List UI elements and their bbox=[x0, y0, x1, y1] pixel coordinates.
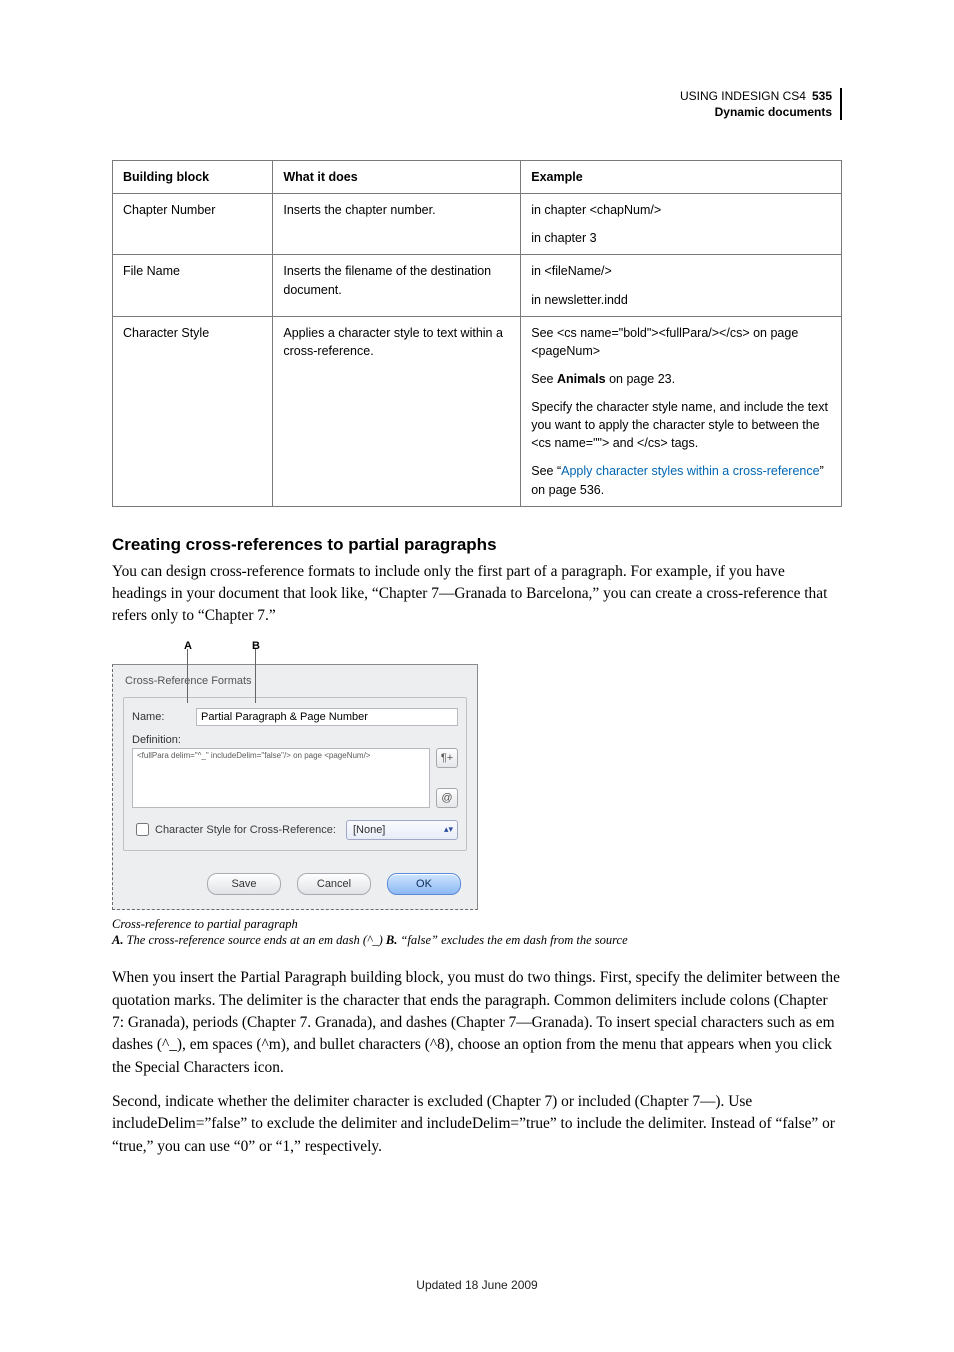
running-head: USING INDESIGN CS4 535 Dynamic documents bbox=[680, 88, 842, 120]
cell-example: in <fileName/> in newsletter.indd bbox=[521, 255, 842, 316]
running-head-title: USING INDESIGN CS4 bbox=[680, 89, 806, 103]
text: See “ bbox=[531, 464, 561, 478]
bold-text: Animals bbox=[557, 372, 606, 386]
example-line: in <fileName/> bbox=[531, 262, 831, 280]
character-style-select[interactable]: [None] ▴▾ bbox=[346, 820, 458, 840]
example-line: in chapter 3 bbox=[531, 229, 831, 247]
cell-building-block: File Name bbox=[113, 255, 273, 316]
paragraph-text: When you insert the Partial Paragraph bu… bbox=[112, 967, 842, 1079]
special-characters-menu-button[interactable]: @ bbox=[436, 788, 458, 808]
cell-building-block: Character Style bbox=[113, 316, 273, 506]
caption-label-B: B. bbox=[386, 933, 397, 947]
paragraph-text: Second, indicate whether the delimiter c… bbox=[112, 1091, 842, 1158]
dialog-title: Cross-Reference Formats bbox=[119, 671, 471, 697]
caption-text-B: “false” excludes the em dash from the so… bbox=[397, 933, 627, 947]
running-head-page-number: 535 bbox=[812, 89, 832, 103]
col-header-building-block: Building block bbox=[113, 161, 273, 194]
col-header-what-it-does: What it does bbox=[273, 161, 521, 194]
cell-desc: Inserts the filename of the destination … bbox=[273, 255, 521, 316]
callout-leader-line bbox=[187, 649, 188, 703]
table-header-row: Building block What it does Example bbox=[113, 161, 842, 194]
callout-leader-line bbox=[255, 649, 256, 703]
cell-desc: Applies a character style to text within… bbox=[273, 316, 521, 506]
table-row: Character Style Applies a character styl… bbox=[113, 316, 842, 506]
paragraph-text: You can design cross-reference formats t… bbox=[112, 561, 842, 628]
caption-label-A: A. bbox=[112, 933, 123, 947]
dialog-fieldset: Name: Definition: <fullPara delim="^_" i… bbox=[123, 697, 467, 851]
table-row: File Name Inserts the filename of the de… bbox=[113, 255, 842, 316]
example-line: in newsletter.indd bbox=[531, 291, 831, 309]
example-line: See <cs name="bold"><fullPara/></cs> on … bbox=[531, 324, 831, 360]
ok-button[interactable]: OK bbox=[387, 873, 461, 895]
figure-caption: Cross-reference to partial paragraph A. … bbox=[112, 916, 842, 950]
name-field[interactable] bbox=[196, 708, 458, 726]
example-line: in chapter <chapNum/> bbox=[531, 201, 831, 219]
cell-building-block: Chapter Number bbox=[113, 194, 273, 255]
cross-reference-link[interactable]: Apply character styles within a cross-re… bbox=[561, 464, 819, 478]
example-line: See “Apply character styles within a cro… bbox=[531, 462, 831, 498]
cancel-button[interactable]: Cancel bbox=[297, 873, 371, 895]
table-row: Chapter Number Inserts the chapter numbe… bbox=[113, 194, 842, 255]
caption-text-A: The cross-reference source ends at an em… bbox=[123, 933, 385, 947]
cell-example: in chapter <chapNum/> in chapter 3 bbox=[521, 194, 842, 255]
text: on page 23. bbox=[606, 372, 676, 386]
example-line: See Animals on page 23. bbox=[531, 370, 831, 388]
section-heading: Creating cross-references to partial par… bbox=[112, 535, 842, 555]
chevron-updown-icon: ▴▾ bbox=[444, 824, 453, 835]
example-line: Specify the character style name, and in… bbox=[531, 398, 831, 452]
name-label: Name: bbox=[132, 711, 192, 723]
definition-textarea[interactable]: <fullPara delim="^_" includeDelim="false… bbox=[132, 748, 430, 808]
character-style-label: Character Style for Cross-Reference: bbox=[155, 824, 336, 836]
col-header-example: Example bbox=[521, 161, 842, 194]
save-button[interactable]: Save bbox=[207, 873, 281, 895]
running-head-section: Dynamic documents bbox=[680, 104, 842, 120]
page-footer: Updated 18 June 2009 bbox=[112, 1278, 842, 1292]
text: See bbox=[531, 372, 557, 386]
cell-desc: Inserts the chapter number. bbox=[273, 194, 521, 255]
dialog-cross-reference-formats: Cross-Reference Formats Name: Definition… bbox=[112, 664, 478, 910]
cell-example: See <cs name="bold"><fullPara/></cs> on … bbox=[521, 316, 842, 506]
select-value: [None] bbox=[353, 824, 385, 836]
caption-title: Cross-reference to partial paragraph bbox=[112, 916, 842, 933]
building-blocks-table: Building block What it does Example Chap… bbox=[112, 160, 842, 507]
definition-label: Definition: bbox=[132, 734, 458, 746]
figure-dialog: A B Cross-Reference Formats Name: Defini… bbox=[112, 640, 842, 950]
side-buttons: ¶+ @ bbox=[436, 748, 458, 808]
character-style-checkbox[interactable] bbox=[136, 823, 149, 836]
building-blocks-menu-button[interactable]: ¶+ bbox=[436, 748, 458, 768]
